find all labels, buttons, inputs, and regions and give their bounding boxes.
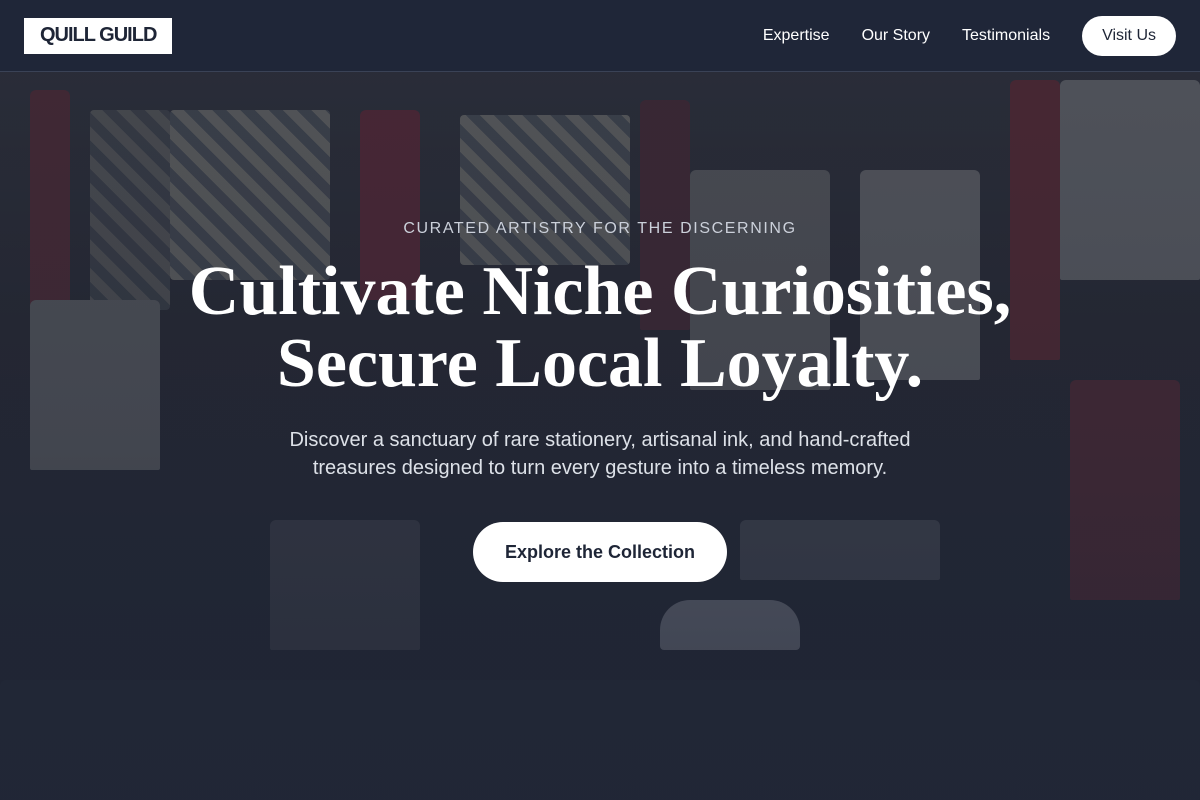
visit-us-button[interactable]: Visit Us xyxy=(1082,15,1176,56)
hero-subtext: Discover a sanctuary of rare stationery,… xyxy=(289,429,911,479)
nav-link-testimonials[interactable]: Testimonials xyxy=(962,27,1050,45)
hero-section: CURATED ARTISTRY FOR THE DISCERNING Cult… xyxy=(0,0,1200,800)
hero-headline-line-1: Cultivate Niche Curiosities, xyxy=(188,253,1012,330)
top-navbar: QUILL GUILD Expertise Our Story Testimon… xyxy=(0,0,1200,72)
explore-collection-button[interactable]: Explore the Collection xyxy=(473,522,727,582)
hero-headline: Cultivate Niche Curiosities, Secure Loca… xyxy=(100,256,1100,400)
nav-links: Expertise Our Story Testimonials Visit U… xyxy=(763,15,1176,56)
hero-eyebrow: CURATED ARTISTRY FOR THE DISCERNING xyxy=(403,220,797,237)
nav-link-our-story[interactable]: Our Story xyxy=(862,27,930,45)
brand-logo[interactable]: QUILL GUILD xyxy=(24,17,173,54)
hero-headline-line-2: Secure Local Loyalty. xyxy=(276,325,924,402)
nav-link-expertise[interactable]: Expertise xyxy=(763,27,830,45)
